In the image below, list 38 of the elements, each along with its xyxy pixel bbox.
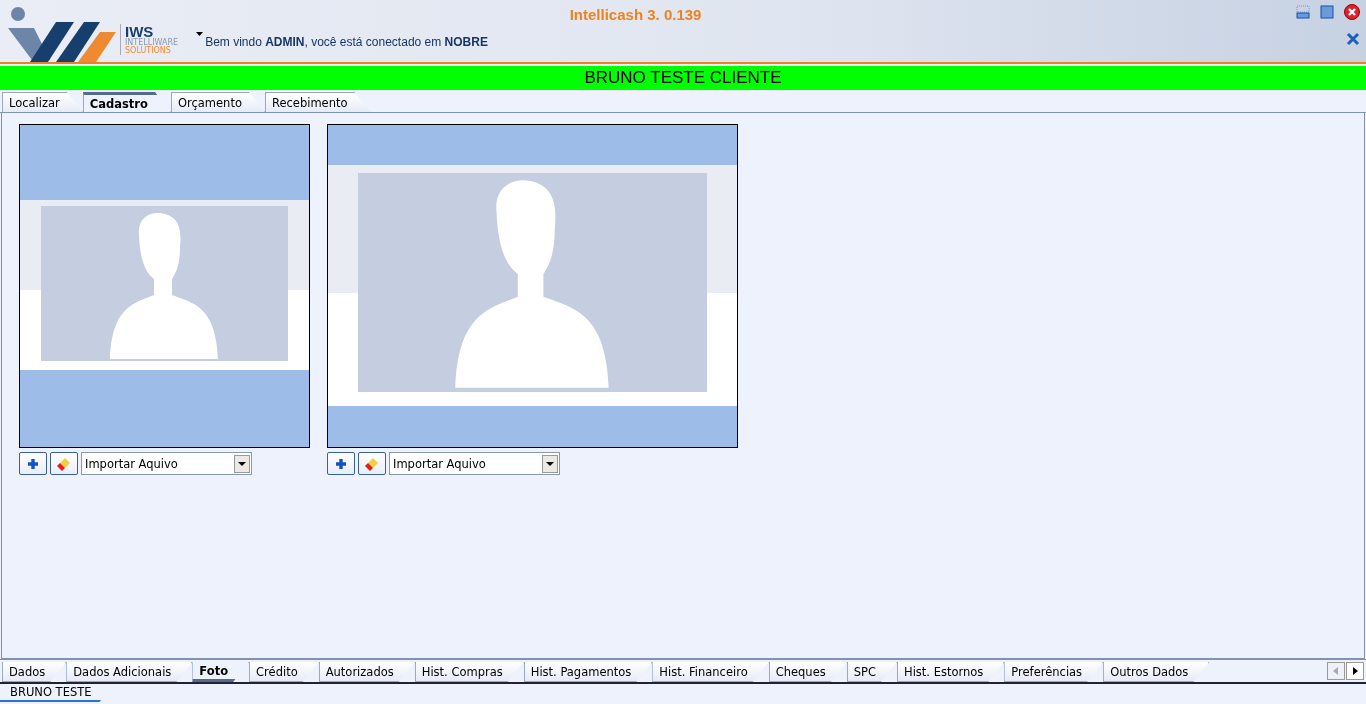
tab[interactable]: Orçamento: [170, 92, 265, 112]
window-title: Intellicash 3. 0.139: [569, 6, 702, 23]
eraser-icon: [56, 455, 72, 472]
logo-name: IWS: [125, 24, 154, 39]
tab[interactable]: Outros Dados: [1103, 662, 1210, 682]
welcome-message: Bem vindo ADMIN, você está conectado em NOBRE: [205, 35, 489, 49]
tab[interactable]: SPC: [846, 662, 897, 682]
tab[interactable]: Hist. Estornos: [897, 662, 1005, 682]
tab[interactable]: Cheques: [768, 662, 847, 682]
scroll-right-icon[interactable]: [1346, 662, 1364, 680]
tab[interactable]: Crédito: [249, 662, 319, 682]
add-button[interactable]: [327, 452, 355, 475]
caret-icon[interactable]: [196, 32, 204, 36]
close-icon[interactable]: [1344, 4, 1360, 20]
clear-button[interactable]: [50, 452, 78, 475]
tab[interactable]: Hist. Compras: [414, 662, 524, 682]
plus-icon: [27, 457, 39, 470]
tab[interactable]: Hist. Financeiro: [652, 662, 769, 682]
logo-tagline: SOLUTIONS: [125, 47, 172, 55]
source-dropdown[interactable]: Importar Aquivo: [389, 452, 560, 475]
tab[interactable]: Recebimento: [264, 92, 371, 112]
tab[interactable]: Localizar: [2, 92, 83, 112]
tab[interactable]: Autorizados: [318, 662, 415, 682]
eraser-icon: [364, 455, 380, 472]
tab[interactable]: Foto: [192, 662, 250, 682]
close-icon[interactable]: [1346, 32, 1360, 46]
logo-tagline: INTELLIWARE: [125, 39, 179, 47]
source-dropdown[interactable]: Importar Aquivo: [81, 452, 252, 475]
clear-button[interactable]: [358, 452, 386, 475]
tab[interactable]: Dados Adicionais: [66, 662, 193, 682]
add-button[interactable]: [19, 452, 47, 475]
tab[interactable]: Cadastro: [82, 92, 171, 112]
tab[interactable]: Dados: [2, 662, 67, 682]
tab[interactable]: Hist. Pagamentos: [523, 662, 653, 682]
tab[interactable]: Preferências: [1004, 662, 1104, 682]
minimize-icon[interactable]: [1296, 5, 1310, 19]
plus-icon: [335, 457, 347, 470]
client-banner: BRUNO TESTE CLIENTE: [0, 66, 1366, 90]
